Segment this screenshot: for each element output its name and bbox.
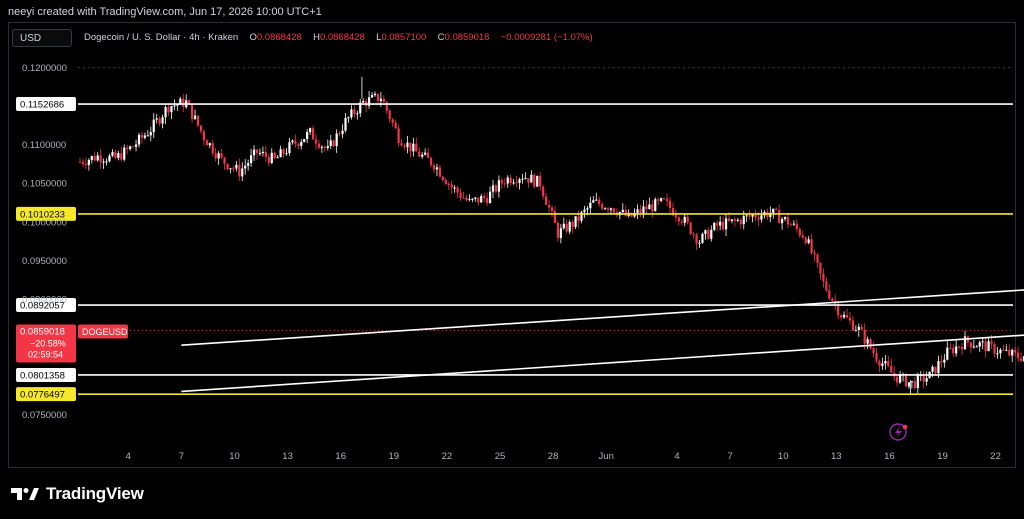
change-value: −0.0009281 (−1.07%) <box>500 32 593 43</box>
candle-body <box>1019 358 1023 361</box>
chart-area[interactable] <box>8 22 1016 468</box>
chart-credit: neeyi created with TradingView.com, Jun … <box>8 6 322 18</box>
low-value: 0.0857100 <box>381 32 427 43</box>
symbol-title: Dogecoin / U. S. Dollar · 4h · Kraken <box>84 32 239 43</box>
open-value: 0.0868428 <box>256 32 302 43</box>
open-label: O <box>249 32 257 43</box>
high-label: H <box>313 32 320 43</box>
tradingview-logo-icon <box>11 488 39 500</box>
tradingview-logo: TradingView <box>10 484 144 504</box>
close-label: C <box>437 32 445 43</box>
close-value: 0.0859018 <box>444 32 490 43</box>
brand-name: TradingView <box>46 484 144 503</box>
currency-selector[interactable]: USD <box>12 29 72 47</box>
high-value: 0.0868428 <box>319 32 365 43</box>
ohlc-legend: Dogecoin / U. S. Dollar · 4h · Kraken O0… <box>84 32 593 43</box>
candle-body <box>1017 352 1020 359</box>
